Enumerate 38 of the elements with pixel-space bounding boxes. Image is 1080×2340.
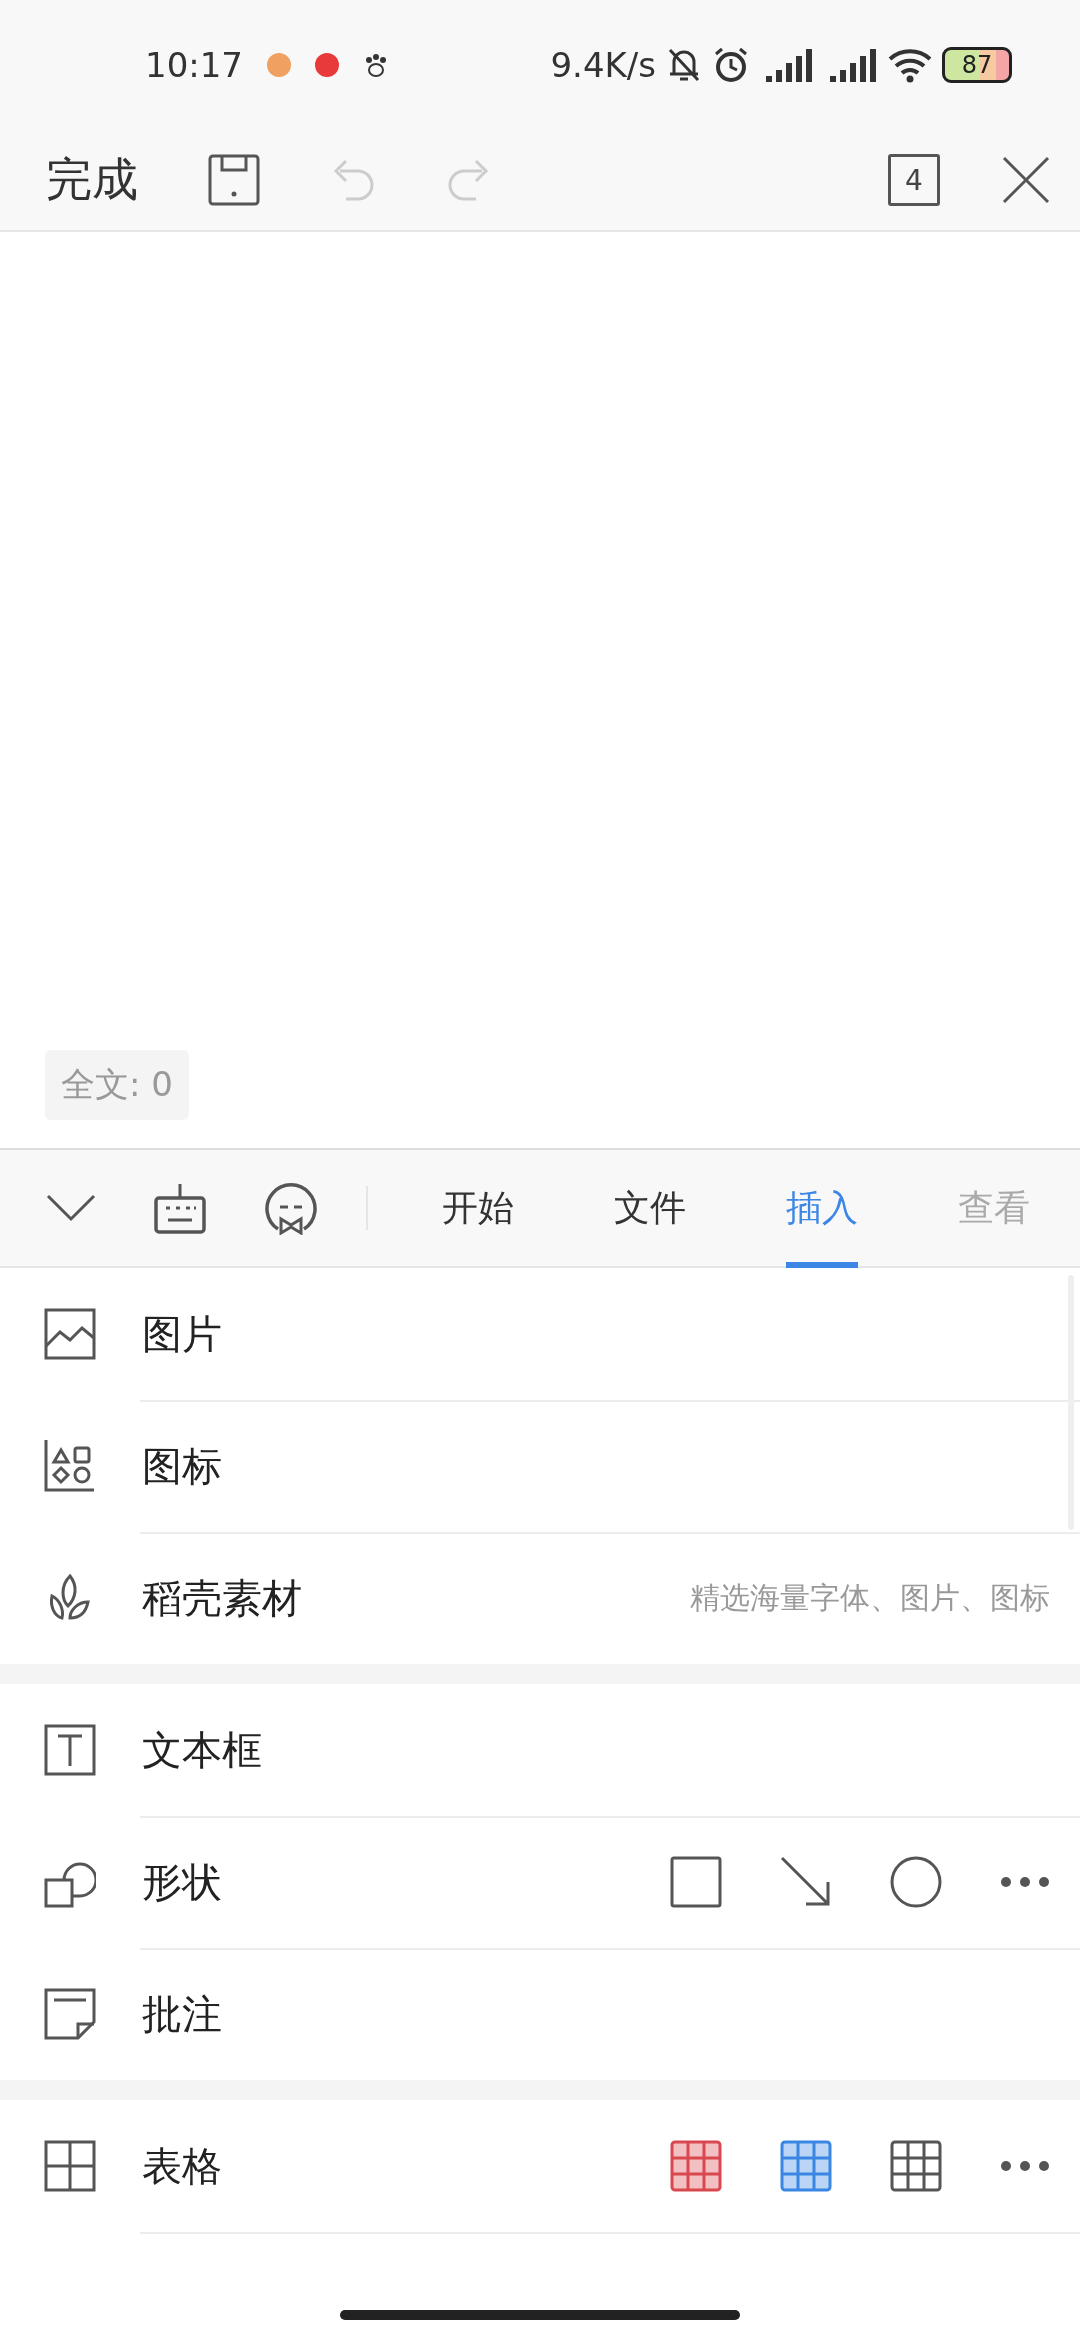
menu-item[interactable]: 图标	[142, 1438, 222, 1494]
menu-item[interactable]: 形状	[142, 1854, 222, 1910]
battery-indicator: 87	[942, 47, 1012, 83]
network-speed: 9.4K/s	[550, 45, 656, 85]
note-icon	[44, 1988, 96, 2040]
table-style-icon[interactable]	[890, 2140, 942, 2192]
table-icon	[44, 2140, 96, 2192]
wifi-icon	[888, 47, 932, 83]
menu-item[interactable]: 表格	[142, 2138, 222, 2194]
menu-item[interactable]: 批注	[142, 1986, 222, 2042]
menu-item[interactable]: 图片	[142, 1306, 222, 1362]
menu-item[interactable]: 文本框	[142, 1722, 262, 1778]
chevron-down-icon[interactable]	[46, 1194, 96, 1222]
close-icon[interactable]	[1002, 156, 1050, 204]
item-hint: 精选海量字体、图片、图标	[690, 1578, 1050, 1617]
done-button[interactable]: 完成	[46, 149, 138, 211]
bell-muted-icon	[666, 46, 702, 84]
save-icon[interactable]	[208, 154, 260, 206]
more-icon[interactable]	[1000, 1876, 1050, 1888]
image-icon	[44, 1308, 96, 1360]
word-count: 全文: 0	[45, 1050, 189, 1120]
page-count-button[interactable]: 4	[888, 154, 940, 206]
alarm-icon	[712, 46, 750, 84]
app-notification-icon	[267, 53, 291, 77]
keyboard-icon[interactable]	[154, 1182, 206, 1234]
face-icon[interactable]	[264, 1181, 318, 1235]
text-box-icon	[44, 1724, 96, 1776]
arrow-icon[interactable]	[780, 1856, 832, 1908]
status-time: 10:17	[145, 45, 243, 85]
menu-item[interactable]: 稻壳素材	[142, 1570, 302, 1626]
ribbon-tab[interactable]: 文件	[614, 1148, 686, 1268]
ribbon-tab[interactable]: 开始	[442, 1148, 514, 1268]
circle-icon[interactable]	[890, 1856, 942, 1908]
square-icon[interactable]	[670, 1856, 722, 1908]
app-notification-icon	[315, 53, 339, 77]
shapes-icon	[44, 1440, 96, 1492]
more-icon[interactable]	[1000, 2160, 1050, 2172]
paw-icon	[363, 52, 389, 78]
